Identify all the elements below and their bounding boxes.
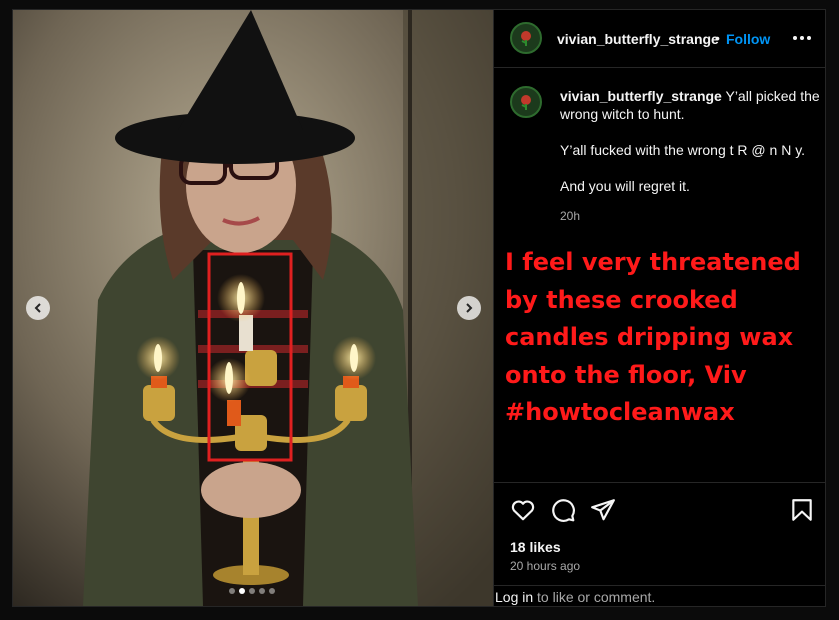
more-icon [793,36,811,40]
carousel-dot [269,588,275,594]
caption-avatar[interactable] [510,86,542,118]
likes-count[interactable]: 18 likes [510,539,561,555]
bookmark-icon [792,499,812,521]
follow-button[interactable]: Follow [726,31,770,47]
login-prompt: Log in to like or comment. [494,585,826,608]
previous-image-button[interactable] [26,296,50,320]
post-sidebar: vivian_butterfly_strange • Follow vivian… [493,10,826,606]
chevron-right-icon [466,303,473,313]
caption-line: Y’all fucked with the wrong t R @ n N y. [560,142,806,158]
overlay-line: I feel very threatened [505,248,801,276]
overlay-line: onto the floor, Viv [505,360,747,389]
caption-username[interactable]: vivian_butterfly_strange [560,88,722,104]
heart-icon [511,500,535,521]
login-suffix: to like or comment. [533,589,656,605]
post-media [13,10,493,606]
like-button[interactable] [510,497,536,523]
carousel-dot [249,588,255,594]
post-timestamp: 20 hours ago [510,559,581,573]
post-actions: 18 likes 20 hours ago Log in to like or … [494,482,826,607]
carousel-dot [259,588,265,594]
chevron-left-icon [34,303,41,313]
share-button[interactable] [590,497,616,523]
separator-dot: • [715,30,720,46]
post-header: vivian_butterfly_strange • Follow [494,10,826,68]
overlay-line: candles dripping wax [505,323,794,351]
login-link[interactable]: Log in [495,589,533,605]
next-image-button[interactable] [457,296,481,320]
avatar[interactable] [510,22,542,54]
comment-icon [552,499,575,522]
carousel-dot [239,588,245,594]
overlay-line: #howtocleanwax [505,398,735,426]
caption-text: vivian_butterfly_strange Y’all picked th… [560,87,830,225]
caption-line: And you will regret it. [560,178,690,194]
carousel-dot [229,588,235,594]
username-link[interactable]: vivian_butterfly_strange [557,31,719,47]
photo-illustration [13,10,493,606]
overlay-line: by these crooked [505,285,738,314]
overlay-annotation-text: I feel very threatened by these crooked … [505,244,835,432]
comment-button[interactable] [550,497,576,523]
save-button[interactable] [789,497,815,523]
post-modal: vivian_butterfly_strange • Follow vivian… [12,9,826,607]
share-icon [591,499,615,521]
rose-icon [521,31,531,46]
carousel-indicator [229,588,275,594]
more-options-button[interactable] [790,26,814,50]
caption-timestamp[interactable]: 20h [560,207,830,225]
rose-icon [521,95,531,110]
